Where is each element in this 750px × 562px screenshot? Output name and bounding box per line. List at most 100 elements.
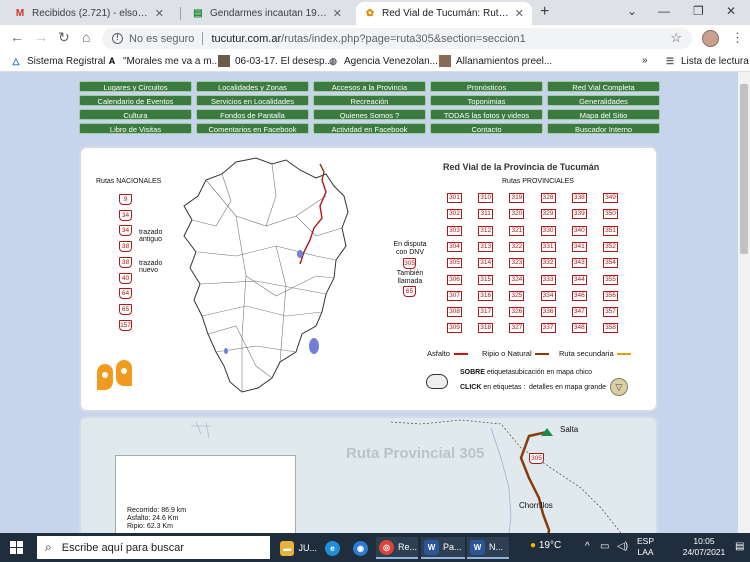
provincial-route-shield[interactable]: 313: [478, 241, 494, 252]
nav-button[interactable]: Quienes Somos ?: [313, 109, 426, 120]
close-icon[interactable]: ✕: [155, 7, 164, 20]
provincial-route-shield[interactable]: 323: [509, 258, 525, 269]
provincial-route-shield[interactable]: 331: [540, 241, 556, 252]
provincial-route-shield[interactable]: 315: [478, 274, 494, 285]
nav-button[interactable]: Comentarios en Facebook: [196, 123, 309, 134]
menu-icon[interactable]: ⋮: [731, 30, 744, 46]
route-shield-65[interactable]: 65: [403, 286, 416, 297]
bookmark-item[interactable]: Allanamientos preel...: [439, 55, 552, 67]
provincial-route-shield[interactable]: 328: [540, 193, 556, 203]
provincial-route-shield[interactable]: 352: [603, 241, 618, 252]
provincial-route-shield[interactable]: 332: [540, 258, 556, 269]
provincial-route-shield[interactable]: 320: [509, 209, 525, 220]
provincial-route-shield[interactable]: 356: [603, 290, 618, 301]
national-route-shield[interactable]: 34: [119, 209, 132, 221]
provincial-route-shield[interactable]: 304: [447, 241, 462, 252]
taskbar-app-word-2[interactable]: W N...: [467, 537, 509, 559]
provincial-route-shield[interactable]: 308: [447, 307, 462, 318]
close-window-icon[interactable]: ✕: [726, 4, 736, 18]
national-route-shield[interactable]: 38: [119, 256, 132, 268]
bookmark-item[interactable]: ◍ Agencia Venezolan...: [327, 55, 438, 67]
security-label[interactable]: No es seguro: [129, 33, 194, 45]
address-bar[interactable]: ! No es seguro tucutur.com.ar/rutas/inde…: [102, 28, 692, 49]
provincial-route-shield[interactable]: 358: [603, 323, 618, 334]
provincial-route-shield[interactable]: 334: [540, 290, 556, 301]
provincial-route-shield[interactable]: 340: [571, 225, 587, 236]
provincial-route-shield[interactable]: 348: [571, 323, 587, 334]
provincial-route-shield[interactable]: 343: [571, 258, 587, 269]
reload-icon[interactable]: ↻: [58, 29, 70, 46]
taskbar-app-folder[interactable]: ▬ JU...: [277, 537, 317, 559]
provincial-route-shield[interactable]: 333: [540, 274, 556, 285]
tab-red-vial[interactable]: ✿ Red Vial de Tucumán: Ruta Provi ✕: [356, 2, 532, 25]
nav-button[interactable]: Generalidades: [547, 95, 660, 106]
nav-button[interactable]: Recreación: [313, 95, 426, 106]
clock[interactable]: 10:05 24/07/2021: [681, 536, 727, 558]
nav-button[interactable]: Actividad en Facebook: [313, 123, 426, 134]
nav-button[interactable]: Libro de Visitas: [79, 123, 192, 134]
nav-button[interactable]: Buscador Interno: [547, 123, 660, 134]
url-domain[interactable]: tucutur.com.ar: [211, 33, 281, 45]
provincial-route-shield[interactable]: 301: [447, 193, 462, 203]
provincial-route-shield[interactable]: 316: [478, 290, 494, 301]
nav-button[interactable]: Pronósticos: [430, 81, 543, 92]
national-route-shield[interactable]: 34: [119, 225, 132, 237]
provincial-route-shield[interactable]: 336: [540, 307, 556, 318]
provincial-route-shield[interactable]: 338: [571, 193, 587, 203]
nav-button[interactable]: Contacto: [430, 123, 543, 134]
national-route-shield[interactable]: 9: [119, 194, 132, 205]
tab-search-icon[interactable]: ⌄: [627, 4, 637, 18]
provincial-route-shield[interactable]: 317: [478, 307, 494, 318]
close-icon[interactable]: ✕: [515, 7, 524, 20]
provincial-route-shield[interactable]: 310: [478, 193, 494, 203]
provincial-route-shield[interactable]: 357: [603, 307, 618, 318]
nav-button[interactable]: Localidades y Zonas: [196, 81, 309, 92]
provincial-route-shield[interactable]: 327: [509, 323, 525, 334]
taskbar-app-chrome[interactable]: ◎ Re...: [376, 537, 418, 559]
nav-button[interactable]: Lugares y Circuitos: [79, 81, 192, 92]
provincial-route-shield[interactable]: 346: [571, 290, 587, 301]
provincial-route-shield[interactable]: 344: [571, 274, 587, 285]
weather-widget[interactable]: ● 19°C: [530, 540, 561, 551]
route-305-shield[interactable]: 305: [529, 453, 544, 464]
national-route-shield[interactable]: 64: [119, 288, 132, 300]
provincial-route-shield[interactable]: 324: [509, 274, 525, 285]
bookmark-item[interactable]: A "Morales me va a m...: [106, 55, 220, 67]
provincial-route-shield[interactable]: 305: [447, 258, 462, 269]
provincial-route-shield[interactable]: 341: [571, 241, 587, 252]
scrollbar-thumb[interactable]: [740, 84, 748, 254]
provincial-route-shield[interactable]: 309: [447, 323, 462, 334]
bookmark-item[interactable]: △ Sistema Registral: [10, 55, 106, 67]
nav-button[interactable]: TODAS las fotos y videos: [430, 109, 543, 120]
provincial-route-shield[interactable]: 318: [478, 323, 494, 334]
volume-icon[interactable]: ◁): [617, 541, 628, 552]
national-route-shield[interactable]: 38: [119, 241, 132, 253]
tab-news[interactable]: ▤ Gendarmes incautan 190 kilos de ✕: [184, 2, 350, 25]
provincial-route-shield[interactable]: 325: [509, 290, 525, 301]
nav-button[interactable]: Mapa del Sitio: [547, 109, 660, 120]
close-icon[interactable]: ✕: [333, 7, 342, 20]
back-icon[interactable]: ←: [10, 29, 24, 45]
taskbar-app-generic[interactable]: ◉: [350, 537, 372, 559]
warning-icon[interactable]: !: [112, 33, 123, 44]
provincial-route-shield[interactable]: 350: [603, 209, 618, 220]
provincial-route-shield[interactable]: 322: [509, 241, 525, 252]
notifications-icon[interactable]: ▤: [735, 541, 744, 552]
provincial-route-shield[interactable]: 349: [603, 193, 618, 203]
provincial-route-shield[interactable]: 329: [540, 209, 556, 220]
provincial-route-shield[interactable]: 347: [571, 307, 587, 318]
new-tab-button[interactable]: +: [540, 3, 549, 21]
nav-button[interactable]: Red Vial Completa: [547, 81, 660, 92]
forward-icon[interactable]: →: [34, 29, 48, 45]
provincial-route-shield[interactable]: 330: [540, 225, 556, 236]
provincial-route-shield[interactable]: 351: [603, 225, 618, 236]
nav-button[interactable]: Cultura: [79, 109, 192, 120]
nav-button[interactable]: Toponimias: [430, 95, 543, 106]
province-map[interactable]: [176, 156, 356, 396]
minimize-icon[interactable]: —: [658, 4, 670, 18]
tab-gmail[interactable]: M Recibidos (2.721) - elsol.diario@g ✕: [6, 2, 172, 25]
provincial-route-shield[interactable]: 339: [571, 209, 587, 220]
national-route-shield[interactable]: 157: [119, 319, 132, 331]
provincial-route-shield[interactable]: 314: [478, 258, 494, 269]
network-icon[interactable]: ▭: [600, 541, 609, 552]
